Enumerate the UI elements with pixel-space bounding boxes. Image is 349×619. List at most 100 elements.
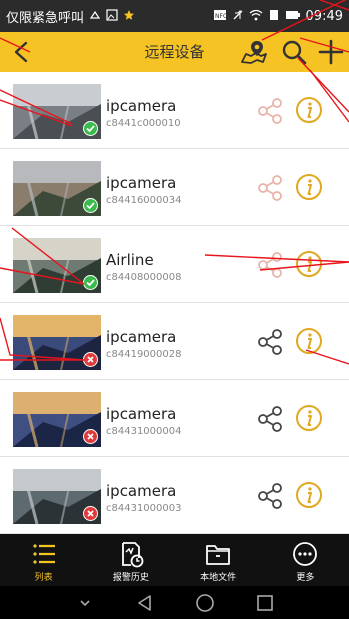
search-icon bbox=[282, 40, 307, 65]
share-icon bbox=[258, 252, 282, 278]
share-button[interactable] bbox=[255, 173, 285, 203]
device-id: c84416000034 bbox=[106, 195, 182, 206]
info-icon bbox=[296, 97, 322, 123]
info-button[interactable] bbox=[294, 95, 324, 125]
offline-status-icon bbox=[83, 352, 98, 367]
notification-icon bbox=[89, 9, 101, 24]
nav-item-alarm-history[interactable]: 报警历史 bbox=[87, 534, 174, 586]
share-icon bbox=[258, 175, 282, 201]
share-button[interactable] bbox=[255, 481, 285, 511]
camera-thumbnail[interactable] bbox=[13, 161, 101, 216]
hide-keyboard-button[interactable] bbox=[65, 591, 105, 615]
nav-item-local-files[interactable]: 本地文件 bbox=[175, 534, 262, 586]
system-nav-bar bbox=[0, 586, 349, 619]
bottom-nav: 列表 报警历史 本地文件 更多 bbox=[0, 534, 349, 586]
nfc-icon: NFC bbox=[213, 9, 227, 24]
info-button[interactable] bbox=[294, 480, 324, 510]
device-name: ipcamera bbox=[106, 174, 177, 192]
share-button[interactable] bbox=[255, 404, 285, 434]
device-name: ipcamera bbox=[106, 482, 177, 500]
app-bar: 远程设备 bbox=[0, 32, 349, 72]
camera-thumbnail[interactable] bbox=[13, 315, 101, 370]
share-button[interactable] bbox=[255, 250, 285, 280]
clock-text: 09:49 bbox=[305, 8, 343, 24]
device-list[interactable]: ipcamera c8441c000010 ipcamera c84416000… bbox=[0, 72, 349, 534]
device-name: ipcamera bbox=[106, 97, 177, 115]
star-icon bbox=[123, 9, 135, 24]
info-button[interactable] bbox=[294, 172, 324, 202]
search-button[interactable] bbox=[279, 37, 309, 67]
online-status-icon bbox=[83, 198, 98, 213]
back-button[interactable] bbox=[8, 38, 36, 66]
offline-status-icon bbox=[83, 429, 98, 444]
share-icon bbox=[258, 483, 282, 509]
system-home-button[interactable] bbox=[185, 591, 225, 615]
status-bar: 仅限紧急呼叫 NFC 09:49 bbox=[0, 0, 349, 32]
device-row[interactable]: ipcamera c84419000028 bbox=[0, 303, 349, 380]
info-button[interactable] bbox=[294, 403, 324, 433]
info-button[interactable] bbox=[294, 326, 324, 356]
device-row[interactable]: Airline c84408000008 bbox=[0, 226, 349, 303]
share-icon bbox=[258, 329, 282, 355]
info-icon bbox=[296, 174, 322, 200]
map-pin-icon bbox=[241, 41, 267, 64]
nav-item-more[interactable]: 更多 bbox=[262, 534, 349, 586]
device-name: ipcamera bbox=[106, 405, 177, 423]
alarm-history-icon bbox=[121, 542, 144, 568]
back-arrow-icon bbox=[14, 41, 28, 63]
square-recents-icon bbox=[256, 594, 273, 611]
device-row[interactable]: ipcamera c84431000004 bbox=[0, 380, 349, 457]
nav-label-local-files: 本地文件 bbox=[200, 573, 237, 583]
battery-icon bbox=[285, 9, 301, 24]
info-button[interactable] bbox=[294, 249, 324, 279]
wifi-icon bbox=[249, 9, 263, 24]
device-id: c84431000004 bbox=[106, 426, 182, 437]
image-icon bbox=[106, 8, 118, 24]
system-recents-button[interactable] bbox=[245, 591, 285, 615]
system-back-button[interactable] bbox=[125, 591, 165, 615]
device-id: c8441c000010 bbox=[106, 118, 181, 129]
camera-thumbnail[interactable] bbox=[13, 469, 101, 524]
carrier-text: 仅限紧急呼叫 bbox=[6, 10, 85, 26]
share-icon bbox=[258, 98, 282, 124]
add-device-button[interactable] bbox=[316, 37, 346, 67]
list-icon bbox=[33, 544, 55, 564]
mute-icon bbox=[232, 9, 244, 24]
share-icon bbox=[258, 406, 282, 432]
device-row[interactable]: ipcamera c8441c000010 bbox=[0, 72, 349, 149]
nav-label-alarm-history: 报警历史 bbox=[112, 573, 149, 583]
map-button[interactable] bbox=[239, 37, 269, 67]
device-row[interactable]: ipcamera c84431000003 bbox=[0, 457, 349, 534]
info-icon bbox=[296, 251, 322, 277]
nav-label-more: 更多 bbox=[296, 573, 315, 583]
share-button[interactable] bbox=[255, 327, 285, 357]
nav-label-list: 列表 bbox=[34, 573, 53, 583]
device-name: ipcamera bbox=[106, 328, 177, 346]
svg-text:NFC: NFC bbox=[215, 13, 227, 20]
info-icon bbox=[296, 482, 322, 508]
status-right: NFC 09:49 bbox=[213, 9, 343, 24]
nav-item-list[interactable]: 列表 bbox=[0, 534, 87, 586]
offline-status-icon bbox=[83, 506, 98, 521]
online-status-icon bbox=[83, 121, 98, 136]
circle-home-icon bbox=[195, 593, 214, 612]
camera-thumbnail[interactable] bbox=[13, 238, 101, 293]
info-icon bbox=[296, 405, 322, 431]
online-status-icon bbox=[83, 275, 98, 290]
sim-icon bbox=[268, 9, 280, 24]
device-name: Airline bbox=[106, 251, 154, 269]
chevron-down-icon bbox=[79, 599, 90, 606]
plus-icon bbox=[318, 39, 344, 65]
camera-thumbnail[interactable] bbox=[13, 392, 101, 447]
device-id: c84431000003 bbox=[106, 503, 182, 514]
device-row[interactable]: ipcamera c84416000034 bbox=[0, 149, 349, 226]
share-button[interactable] bbox=[255, 96, 285, 126]
info-icon bbox=[296, 328, 322, 354]
more-icon bbox=[293, 542, 318, 566]
status-left: 仅限紧急呼叫 bbox=[6, 7, 135, 26]
camera-thumbnail[interactable] bbox=[13, 84, 101, 139]
device-id: c84408000008 bbox=[106, 272, 182, 283]
device-id: c84419000028 bbox=[106, 349, 182, 360]
folder-icon bbox=[206, 545, 231, 565]
triangle-back-icon bbox=[137, 594, 151, 611]
